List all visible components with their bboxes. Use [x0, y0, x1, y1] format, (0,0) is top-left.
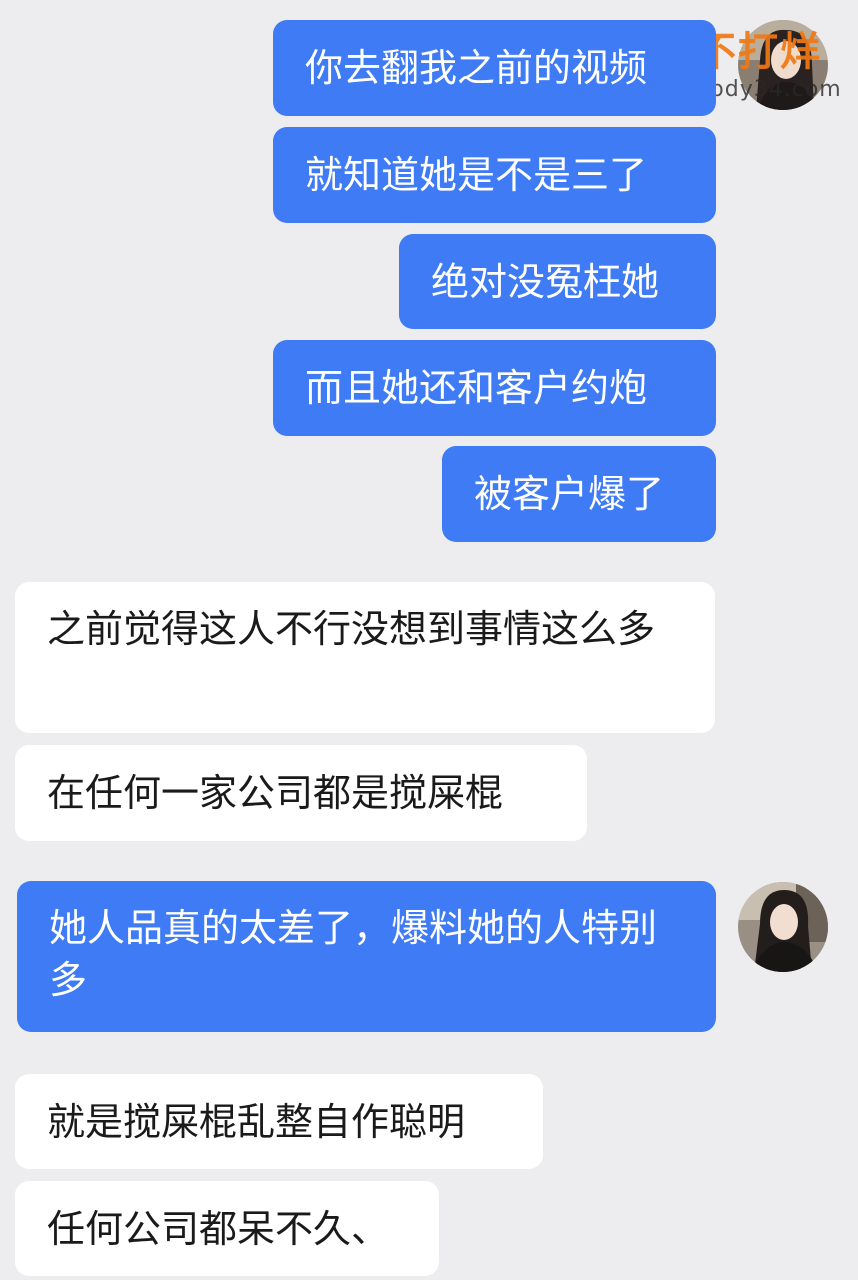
message-bubble-outgoing[interactable]: 你去翻我之前的视频 [273, 20, 716, 116]
message-bubble-outgoing[interactable]: 而且她还和客户约炮 [273, 340, 716, 436]
message-bubble-incoming[interactable]: 任何公司都呆不久、 [15, 1181, 439, 1276]
message-text: 而且她还和客户约炮 [305, 366, 648, 410]
message-text: 绝对没冤枉她 [431, 259, 660, 304]
message-bubble-incoming[interactable]: 之前觉得这人不行没想到事情这么多 [15, 582, 715, 733]
message-text: 任何公司都呆不久、 [47, 1206, 390, 1251]
message-text: 就是搅屎棍乱整自作聪明 [47, 1099, 466, 1144]
message-text: 你去翻我之前的视频 [305, 46, 648, 90]
message-bubble-outgoing[interactable]: 就知道她是不是三了 [273, 127, 716, 223]
avatar-photo-icon [738, 882, 828, 972]
message-text: 被客户爆了 [474, 472, 665, 516]
sender-avatar[interactable] [738, 882, 828, 972]
message-bubble-outgoing[interactable]: 她人品真的太差了，爆料她的人特别多 [17, 881, 716, 1032]
message-text: 就知道她是不是三了 [305, 153, 648, 197]
message-bubble-outgoing[interactable]: 绝对没冤枉她 [399, 234, 716, 329]
message-bubble-incoming[interactable]: 就是搅屎棍乱整自作聪明 [15, 1074, 543, 1169]
message-text: 她人品真的太差了，爆料她的人特别多 [49, 906, 658, 1002]
message-text: 之前觉得这人不行没想到事情这么多 [47, 607, 656, 651]
message-text: 在任何一家公司都是搅屎棍 [47, 771, 504, 815]
message-bubble-outgoing[interactable]: 被客户爆了 [442, 446, 716, 542]
message-bubble-incoming[interactable]: 在任何一家公司都是搅屎棍 [15, 745, 587, 841]
